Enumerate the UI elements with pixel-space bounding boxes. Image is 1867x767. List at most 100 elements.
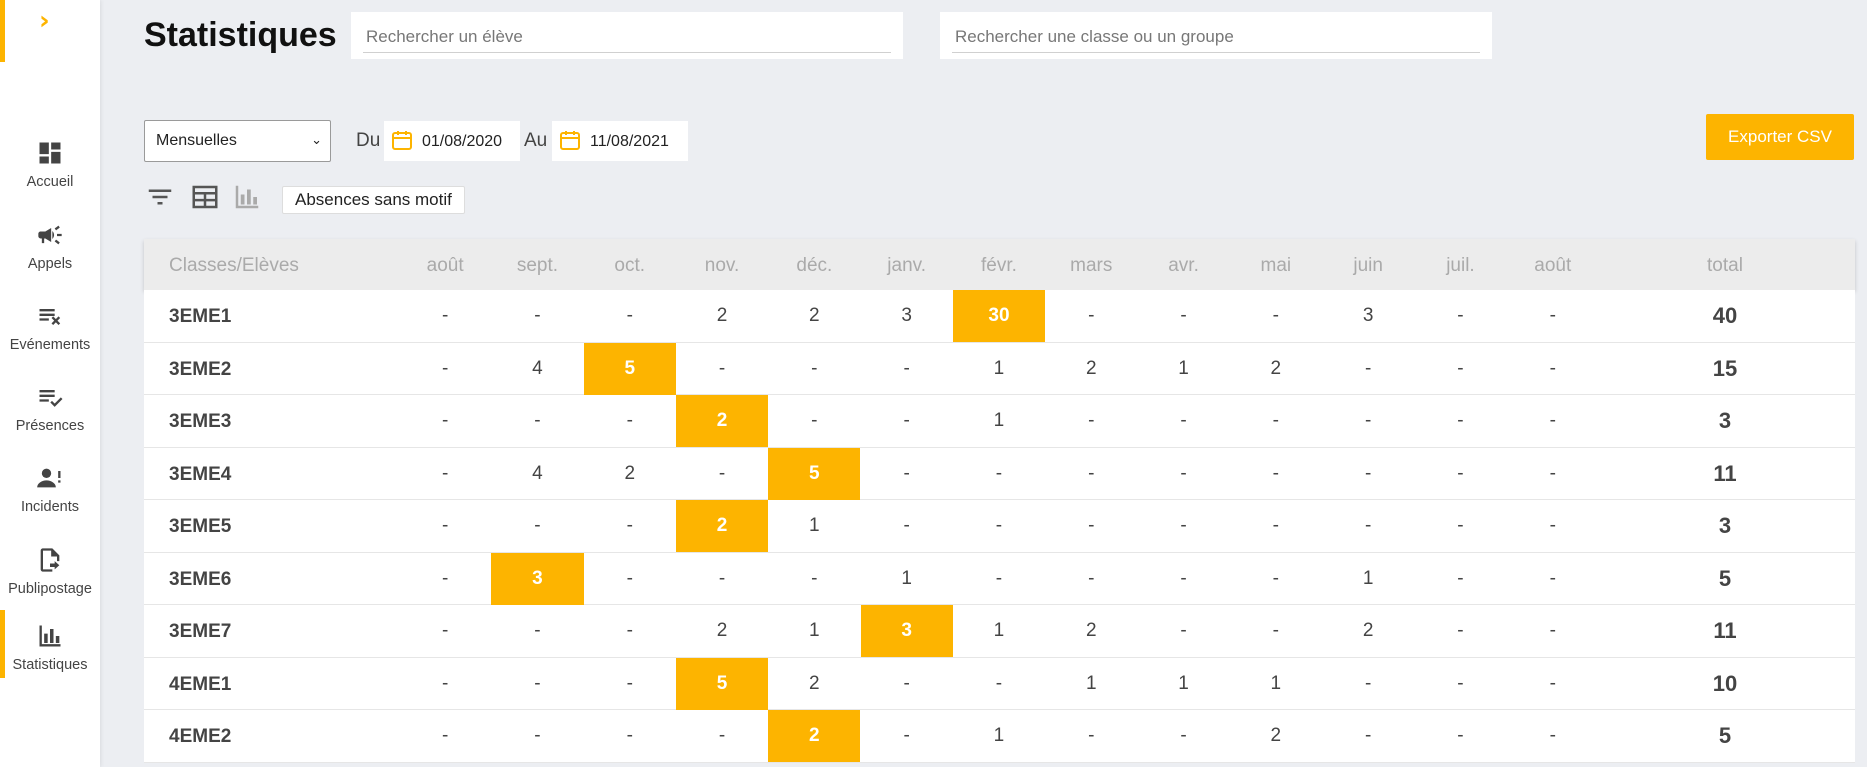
table-cell: - (995, 515, 1003, 536)
table-cell: - (626, 620, 633, 641)
chevron-right-icon[interactable]: › (39, 6, 50, 36)
table-cell: - (1457, 672, 1464, 694)
class-name[interactable]: 4EME2 (169, 726, 231, 748)
table-row[interactable]: 3EME1 - - - 2 2 3 30 - - - 3 - - 40 (144, 290, 1855, 343)
table-body: 3EME1 - - - 2 2 3 30 - - - 3 - - 40 3EME2 - 4 5 - - - 1 2 1 2 - - - 1… (144, 290, 1855, 763)
header-month[interactable]: juil. (1414, 255, 1506, 277)
table-row[interactable]: 3EME4 - 4 2 - 5 - - - - - - - - 11 (144, 447, 1855, 500)
table-cell: 2 (809, 305, 820, 326)
table-cell: 1 (809, 620, 820, 641)
sidebar-item-appels[interactable]: Appels (0, 209, 100, 287)
sidebar-item-incidents[interactable]: Incidents (0, 452, 100, 530)
class-name[interactable]: 3EME7 (169, 621, 231, 643)
list-remove-icon (39, 309, 61, 325)
table-cell: - (1549, 305, 1556, 326)
table-row[interactable]: 3EME6 - 3 - - - 1 - - - - 1 - - 5 (144, 552, 1855, 605)
table-cell: - (995, 462, 1003, 484)
table-cell: - (811, 410, 818, 431)
table-cell: - (1088, 410, 1095, 431)
table-row[interactable]: 4EME1 - - - 5 2 - - 1 1 1 - - - 10 (144, 657, 1855, 710)
row-total: 5 (1718, 565, 1732, 591)
to-date-value: 11/08/2021 (590, 133, 669, 150)
table-cell: - (534, 410, 541, 431)
sidebar-item-label: Présences (15, 418, 85, 434)
header-month[interactable]: mai (1230, 255, 1322, 277)
table-cell: - (1457, 357, 1464, 379)
class-name[interactable]: 4EME1 (169, 674, 231, 696)
header-total[interactable]: total (1665, 255, 1785, 277)
table-row[interactable]: 4EME2 - - - - 2 - 1 - - 2 - - - 5 (144, 710, 1855, 763)
sidebar-item-accueil[interactable]: Accueil (0, 127, 100, 205)
sidebar-toggle[interactable]: › (0, 0, 100, 62)
class-name[interactable]: 3EME2 (169, 359, 231, 381)
chart-view-icon[interactable] (232, 182, 262, 212)
search-class-input[interactable] (952, 22, 1480, 53)
to-date-picker[interactable]: 11/08/2021 (552, 121, 688, 161)
statistics-table: Classes/Elèves août sept. oct. nov. déc. janv.… (144, 239, 1855, 763)
table-cell: - (626, 567, 633, 589)
filter-icon[interactable] (145, 182, 175, 212)
class-name[interactable]: 3EME5 (169, 516, 231, 538)
header-month[interactable]: oct. (584, 255, 676, 277)
row-total: 3 (1718, 408, 1732, 433)
table-row[interactable]: 3EME2 - 4 5 - - - 1 2 1 2 - - - 15 (144, 342, 1855, 395)
table-cell: - (1549, 462, 1556, 484)
table-cell-max: 5 (675, 657, 769, 710)
header-month[interactable]: nov. (676, 255, 768, 277)
period-select[interactable]: Mensuelles ⌄ (144, 120, 331, 162)
indicator-chip[interactable]: Absences sans motif (282, 186, 465, 214)
header-month[interactable]: août (399, 255, 491, 277)
table-cell: 2 (1085, 620, 1097, 641)
table-cell: - (1088, 305, 1095, 326)
table-view-icon[interactable] (190, 182, 220, 212)
header-month[interactable]: sept. (491, 255, 583, 277)
header-month[interactable]: mars (1045, 255, 1137, 277)
sidebar: › Accueil Appels Evénements Présences In… (0, 0, 100, 767)
table-cell-max: 3 (491, 552, 584, 605)
table-cell: 4 (532, 462, 543, 484)
table-cell-max: 30 (952, 290, 1046, 342)
header-month[interactable]: avr. (1137, 255, 1229, 277)
table-cell: - (441, 410, 449, 431)
table-cell: - (626, 725, 633, 746)
search-student-input[interactable] (363, 22, 891, 53)
from-date-picker[interactable]: 01/08/2020 (384, 121, 520, 161)
sidebar-item-statistiques[interactable]: Statistiques (0, 610, 100, 688)
class-name[interactable]: 3EME1 (169, 306, 231, 328)
table-cell: 1 (993, 410, 1005, 431)
sidebar-item-label: Statistiques (12, 657, 88, 673)
megaphone-icon (38, 225, 62, 245)
table-cell: - (534, 620, 541, 641)
header-month[interactable]: août (1507, 255, 1599, 277)
table-cell: - (1549, 410, 1556, 431)
header-month[interactable]: juin (1322, 255, 1414, 277)
header-month[interactable]: déc. (768, 255, 860, 277)
header-month[interactable]: févr. (953, 255, 1045, 277)
table-cell: - (534, 725, 541, 746)
table-cell: 2 (809, 672, 820, 694)
sidebar-item-publipostage[interactable]: Publipostage (0, 534, 100, 612)
table-row[interactable]: 3EME3 - - - 2 - - 1 - - - - - - 3 (144, 395, 1855, 448)
table-cell: - (718, 462, 726, 484)
export-csv-button[interactable]: Exporter CSV (1706, 114, 1854, 160)
row-total: 10 (1712, 670, 1738, 696)
table-cell: - (995, 672, 1003, 694)
header-classes: Classes/Elèves (169, 255, 299, 276)
table-cell: 2 (716, 305, 728, 326)
class-name[interactable]: 3EME4 (169, 464, 231, 486)
table-cell: - (1457, 725, 1464, 746)
sidebar-item-presences[interactable]: Présences (0, 371, 100, 449)
table-row[interactable]: 3EME5 - - - 2 1 - - - - - - - - 3 (144, 500, 1855, 553)
table-cell: 4 (532, 357, 543, 379)
person-alert-icon (37, 468, 61, 488)
class-name[interactable]: 3EME6 (169, 569, 231, 591)
table-cell: 1 (901, 567, 912, 589)
table-cell: - (903, 725, 910, 746)
table-cell: 2 (716, 620, 728, 641)
sidebar-item-evenements[interactable]: Evénements (0, 290, 100, 368)
class-name[interactable]: 3EME3 (169, 411, 231, 433)
row-total: 40 (1712, 303, 1738, 328)
header-month[interactable]: janv. (861, 255, 953, 277)
table-row[interactable]: 3EME7 - - - 2 1 3 1 2 - - 2 - - 11 (144, 605, 1855, 658)
table-cell: - (1180, 462, 1187, 484)
